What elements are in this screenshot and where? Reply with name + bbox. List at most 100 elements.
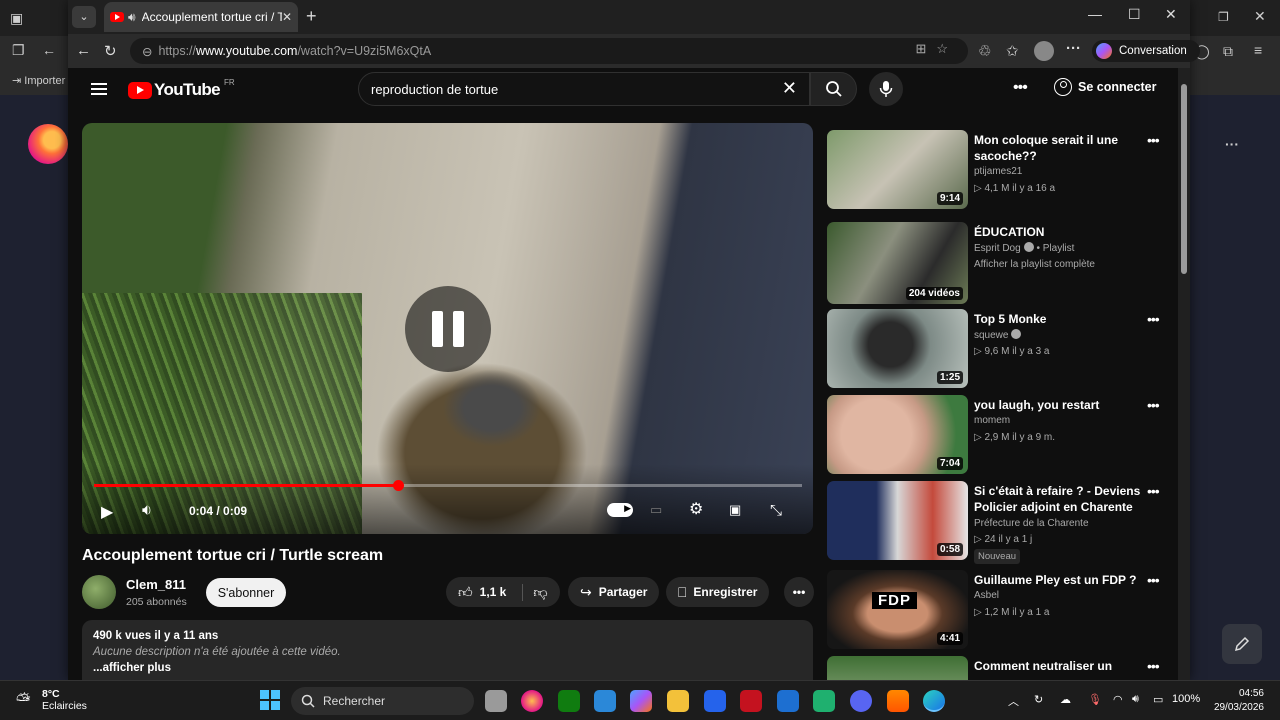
rec-title[interactable]: Comment neutraliser un bbox=[974, 658, 1146, 674]
subtitles-icon[interactable]: ▭ bbox=[650, 502, 662, 518]
rec-channel[interactable]: Asbel bbox=[974, 590, 999, 601]
rec-item[interactable]: FDP 4:41 Guillaume Pley est un FDP ? Asb… bbox=[827, 570, 1177, 650]
rec-more-icon[interactable]: ••• bbox=[1147, 658, 1160, 674]
vlc-icon[interactable] bbox=[887, 690, 909, 712]
rec-channel[interactable]: ptijames21 bbox=[974, 166, 1022, 177]
weather-widget[interactable]: ⛅︎ 8°C Eclaircies bbox=[16, 688, 87, 712]
address-actions[interactable]: ⊞☆ bbox=[915, 41, 958, 57]
progress-bar[interactable] bbox=[94, 480, 802, 491]
show-more-link[interactable]: ...afficher plus bbox=[93, 662, 802, 674]
refresh-button[interactable]: ↻ bbox=[104, 42, 117, 60]
tab-list-dropdown[interactable]: ⌄ bbox=[72, 6, 96, 28]
channel-avatar[interactable] bbox=[82, 575, 116, 609]
settings-more-icon[interactable]: ··· bbox=[1066, 40, 1081, 57]
view-full-playlist-link[interactable]: Afficher la playlist complète bbox=[974, 259, 1095, 270]
tab-actions-icon[interactable]: ▣ bbox=[10, 10, 23, 27]
rec-title[interactable]: Guillaume Pley est un FDP ? bbox=[974, 572, 1146, 588]
share-button[interactable]: ↪ Partager bbox=[568, 577, 660, 607]
xbox-icon[interactable] bbox=[558, 690, 580, 712]
rec-more-icon[interactable]: ••• bbox=[1147, 397, 1160, 413]
import-bookmarks-button[interactable]: ⇥ Importer bbox=[12, 74, 65, 87]
taskbar-search[interactable]: Rechercher bbox=[291, 687, 474, 715]
task-view-icon[interactable] bbox=[485, 690, 507, 712]
back-icon[interactable]: ← bbox=[42, 42, 56, 58]
minimize-button[interactable]: — bbox=[1088, 6, 1102, 22]
scrollbar-thumb[interactable] bbox=[1181, 84, 1187, 274]
description-box[interactable]: 490 k vues il y a 11 ans Aucune descript… bbox=[82, 620, 813, 680]
bg-close-icon[interactable]: ✕ bbox=[1254, 8, 1266, 25]
rec-item[interactable]: 7:04 you laugh, you restart momem ▷ 2,9 … bbox=[827, 395, 1177, 475]
address-bar[interactable]: ⊖ https://www.youtube.com/watch?v=U9zi5M… bbox=[130, 38, 968, 64]
rec-more-icon[interactable]: ••• bbox=[1147, 132, 1160, 148]
sign-in-button[interactable]: Se connecter bbox=[1054, 78, 1157, 96]
rec-channel[interactable]: Esprit Dog • Playlist bbox=[974, 242, 1074, 254]
rec-more-icon[interactable]: ••• bbox=[1147, 572, 1160, 588]
clear-search-icon[interactable]: ✕ bbox=[782, 78, 797, 99]
copilot-app-icon[interactable] bbox=[630, 690, 652, 712]
extensions-icon[interactable]: ⧉ bbox=[1223, 43, 1233, 60]
rec-thumbnail[interactable] bbox=[827, 656, 968, 680]
cloud-icon[interactable]: ☁︎ bbox=[1060, 693, 1071, 706]
tray-overflow-icon[interactable]: ︿ bbox=[1008, 693, 1019, 709]
rec-item[interactable]: 9:14 Mon coloque serait il une sacoche??… bbox=[827, 130, 1177, 210]
mic-icon[interactable]: 🎙︎ bbox=[1088, 693, 1102, 706]
search-input[interactable]: reproduction de tortue ✕ bbox=[358, 72, 810, 106]
video-player[interactable]: ▶ 🔉︎ 0:04 / 0:09 ▭ ⚙ ▣ ⤡ bbox=[82, 123, 813, 534]
subscribe-button[interactable]: S'abonner bbox=[206, 578, 286, 607]
rec-item[interactable]: Comment neutraliser un ••• bbox=[827, 656, 1177, 680]
start-button[interactable] bbox=[260, 690, 280, 710]
rec-item[interactable]: 204 vidéos ÉDUCATION Esprit Dog • Playli… bbox=[827, 222, 1177, 304]
tab-active[interactable]: 🔊︎ Accouplement tortue cri / Tur ✕ bbox=[104, 2, 298, 32]
bg-restore-icon[interactable]: ❐ bbox=[1218, 10, 1229, 24]
volume-icon[interactable]: 🔉︎ bbox=[142, 502, 152, 520]
edge-icon[interactable] bbox=[923, 690, 945, 712]
play-button[interactable]: ▶ bbox=[101, 502, 113, 522]
workspaces-icon[interactable]: ❐ bbox=[12, 42, 25, 59]
settings-more-icon[interactable]: ••• bbox=[1013, 79, 1028, 97]
speaker-icon[interactable]: 🔊︎ bbox=[128, 10, 136, 25]
rec-title[interactable]: you laugh, you restart bbox=[974, 397, 1146, 413]
rec-title[interactable]: ÉDUCATION bbox=[974, 224, 1146, 240]
battery-icon[interactable]: ▭ bbox=[1153, 693, 1163, 706]
more-actions-button[interactable]: ••• bbox=[784, 577, 814, 607]
collections-icon[interactable]: ♲ bbox=[978, 42, 991, 60]
thumbs-down-icon[interactable]: 👎︎ bbox=[522, 583, 548, 601]
mail-icon[interactable] bbox=[777, 690, 799, 712]
rec-thumbnail[interactable]: 204 vidéos bbox=[827, 222, 968, 304]
autoplay-toggle[interactable] bbox=[607, 503, 633, 517]
store-icon[interactable] bbox=[594, 690, 616, 712]
edit-button[interactable] bbox=[1222, 624, 1262, 664]
firefox-desktop-icon[interactable] bbox=[28, 124, 68, 164]
tab-close-icon[interactable]: ✕ bbox=[282, 10, 292, 24]
rec-channel[interactable]: momem bbox=[974, 415, 1010, 426]
close-window-button[interactable]: ✕ bbox=[1165, 6, 1177, 23]
rec-more-icon[interactable]: ••• bbox=[1147, 311, 1160, 327]
settings-gear-icon[interactable]: ⚙ bbox=[689, 499, 703, 519]
wifi-icon[interactable]: ◠ bbox=[1113, 693, 1123, 706]
file-explorer-icon[interactable] bbox=[667, 690, 689, 712]
search-button[interactable] bbox=[810, 72, 857, 106]
clock[interactable]: 04:56 29/03/2026 bbox=[1210, 687, 1264, 715]
discord-icon[interactable] bbox=[850, 690, 872, 712]
more-options-icon[interactable]: ··· bbox=[1225, 136, 1239, 152]
vscode-icon[interactable] bbox=[704, 690, 726, 712]
rec-thumbnail[interactable]: 0:58 bbox=[827, 481, 968, 560]
save-button[interactable]: ⎕ Enregistrer bbox=[666, 577, 770, 607]
menu-icon[interactable]: ≡ bbox=[1254, 42, 1262, 58]
fullscreen-icon[interactable]: ⤡ bbox=[770, 502, 782, 519]
back-button[interactable]: ← bbox=[76, 42, 91, 59]
maximize-button[interactable]: ☐ bbox=[1128, 6, 1141, 23]
rec-title[interactable]: Top 5 Monke bbox=[974, 311, 1146, 327]
rec-channel[interactable]: squewe bbox=[974, 329, 1022, 341]
rec-item[interactable]: 0:58 Si c'était à refaire ? - Deviens Po… bbox=[827, 481, 1177, 564]
favorites-icon[interactable]: ✩ bbox=[1006, 42, 1019, 60]
rec-title[interactable]: Si c'était à refaire ? - Deviens Policie… bbox=[974, 483, 1146, 515]
menu-icon[interactable] bbox=[91, 83, 107, 95]
rec-thumbnail[interactable]: 9:14 bbox=[827, 130, 968, 209]
pause-overlay-icon[interactable] bbox=[405, 286, 491, 372]
copilot-button[interactable]: Conversation bbox=[1092, 40, 1200, 62]
channel-name[interactable]: Clem_811 bbox=[126, 577, 186, 592]
rec-title[interactable]: Mon coloque serait il une sacoche?? bbox=[974, 132, 1146, 164]
rec-channel[interactable]: Préfecture de la Charente bbox=[974, 518, 1089, 529]
volume-icon[interactable]: 🔊︎ bbox=[1132, 693, 1139, 706]
